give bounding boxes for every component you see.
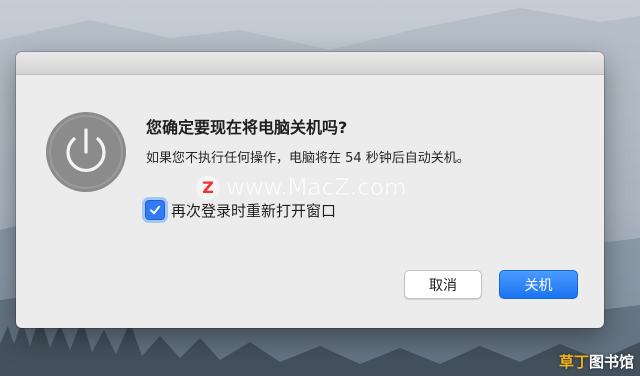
checkmark-icon	[150, 205, 161, 215]
corner-badge-text: 图书馆	[588, 353, 634, 371]
reopen-windows-label: 再次登录时重新打开窗口	[171, 201, 337, 220]
dialog-title: 您确定要现在将电脑关机吗?	[146, 118, 348, 137]
cancel-button[interactable]: 取消	[404, 270, 482, 299]
power-icon	[46, 112, 126, 192]
reopen-windows-checkbox[interactable]	[145, 200, 165, 220]
watermark-logo-icon: Z	[196, 176, 220, 200]
corner-badge-accent: 草丁	[558, 353, 589, 371]
dialog-titlebar	[16, 52, 604, 75]
shutdown-button[interactable]: 关机	[499, 270, 578, 299]
dialog-message: 如果您不执行任何操作，电脑将在 54 秒钟后自动关机。	[146, 151, 470, 166]
corner-badge: 草丁图书馆	[559, 351, 634, 372]
reopen-windows-option[interactable]: 再次登录时重新打开窗口	[145, 198, 336, 222]
watermark-logo-letter: Z	[202, 178, 214, 197]
